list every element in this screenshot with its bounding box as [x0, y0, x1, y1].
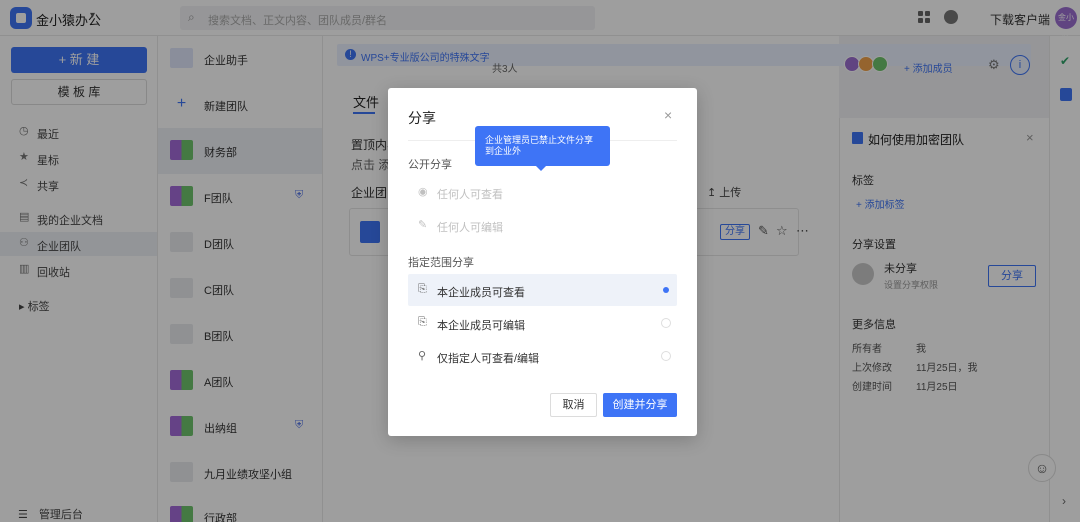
eye-icon: ◉ — [418, 186, 428, 198]
radio-unselected[interactable] — [661, 351, 671, 361]
option-label: 任何人可查看 — [437, 189, 503, 201]
option-label: 本企业成员可查看 — [437, 287, 525, 299]
radio-selected[interactable] — [661, 285, 671, 295]
doc-lock-icon: ⎘ — [418, 316, 427, 328]
close-icon[interactable]: × — [664, 107, 672, 123]
public-share-heading: 公开分享 — [408, 159, 452, 171]
cancel-button[interactable]: 取消 — [550, 393, 597, 417]
dialog-title: 分享 — [408, 110, 436, 126]
option-label: 任何人可编辑 — [437, 222, 503, 234]
share-disabled-tooltip: 企业管理员已禁止文件分享到企业外 — [475, 126, 610, 166]
option-label: 仅指定人可查看/编辑 — [437, 353, 540, 365]
option-members-edit[interactable]: ⎘ 本企业成员可编辑 — [408, 307, 677, 339]
create-and-share-button[interactable]: 创建并分享 — [603, 393, 677, 417]
pencil-icon: ✎ — [418, 219, 428, 231]
scoped-share-heading: 指定范围分享 — [408, 257, 474, 269]
radio-unselected[interactable] — [661, 318, 671, 328]
option-specified-people[interactable]: ⚲ 仅指定人可查看/编辑 — [408, 340, 677, 372]
option-label: 本企业成员可编辑 — [437, 320, 525, 332]
tooltip-arrow — [536, 166, 546, 171]
option-anyone-edit: ✎ 任何人可编辑 — [408, 209, 677, 241]
option-anyone-view: ◉ 任何人可查看 — [408, 176, 677, 208]
option-members-view[interactable]: ⎘ 本企业成员可查看 — [408, 274, 677, 306]
doc-lock-icon: ⎘ — [418, 283, 427, 295]
user-icon: ⚲ — [418, 350, 427, 362]
